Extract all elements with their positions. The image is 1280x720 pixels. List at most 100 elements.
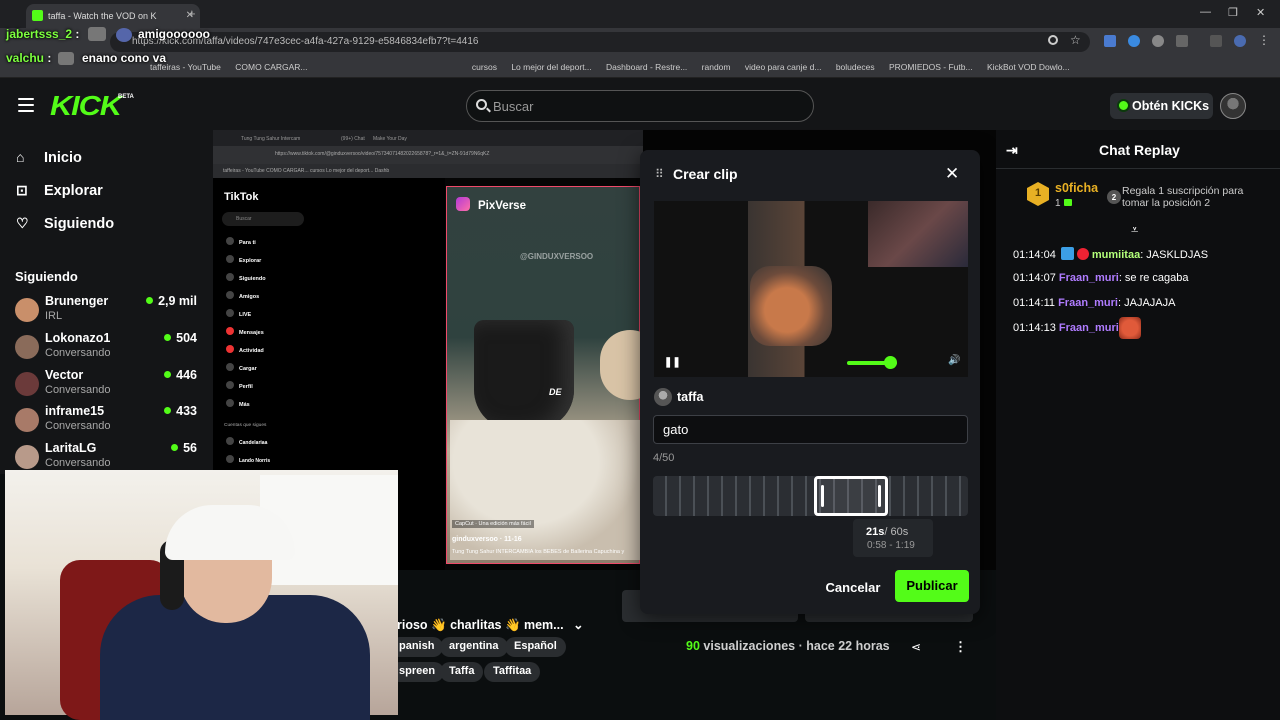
search-input[interactable]: Buscar — [466, 90, 814, 122]
extension-globe-icon[interactable] — [1152, 35, 1164, 47]
overlay-emote-icon — [58, 52, 74, 65]
bookmark-item[interactable]: COMO CARGAR... — [235, 56, 307, 72]
bookmark-item[interactable]: PROMIEDOS - Futb... — [889, 56, 973, 72]
new-tab-button[interactable]: + — [188, 6, 196, 21]
capcut-label: CapCut · Una edición más fácil — [452, 520, 534, 528]
bookmark-folder[interactable]: video para canje d... — [745, 56, 822, 72]
pixverse-label: PixVerse — [478, 200, 526, 212]
share-icon[interactable]: ⋖ — [911, 640, 921, 654]
vod-title[interactable]: rioso 👋 charlitas 👋 mem... ⌄ — [397, 617, 584, 633]
collapse-chat-icon[interactable]: ⇥ — [1006, 142, 1018, 159]
gift-position-badge: 2 — [1107, 190, 1121, 204]
more-options-icon[interactable]: ⋮ — [954, 639, 967, 655]
maximize-icon[interactable]: ❐ — [1228, 6, 1238, 19]
followed-channel[interactable]: inframe15 Conversando 433 — [15, 404, 205, 438]
gift-leader-name[interactable]: s0ficha — [1055, 181, 1098, 195]
clip-range-handle[interactable] — [814, 476, 889, 516]
expand-chat-icon[interactable]: ⩡ — [1131, 222, 1138, 238]
chat-message: 01:14:13 Fraan_muri: — [1013, 322, 1122, 334]
tiktok-nav-item: Explorar — [226, 255, 261, 264]
bookmark-folder[interactable]: random — [702, 56, 731, 72]
chevron-down-icon[interactable]: ⌄ — [573, 618, 583, 632]
tiktok-nav-item: Siguiendo — [226, 273, 266, 282]
followed-channel[interactable]: Vector Conversando 446 — [15, 368, 205, 402]
browser-menu-icon[interactable]: ⋮ — [1258, 33, 1270, 47]
cancel-button[interactable]: Cancelar — [820, 572, 886, 602]
url-bar[interactable]: https://kick.com/taffa/videos/747e3cec-a… — [110, 32, 1090, 52]
bookmark-item[interactable]: Dashboard - Restre... — [606, 56, 687, 72]
close-icon[interactable]: ✕ — [945, 164, 959, 184]
bookmark-item[interactable]: cursos — [472, 56, 497, 72]
overlay-chat-user: valchu — [6, 51, 45, 65]
pixverse-icon — [456, 197, 470, 211]
tiktok-caption: Tung Tung Sahur INTERCAMBIA los BEBES de… — [452, 549, 625, 555]
tag-chip[interactable]: Español — [505, 637, 566, 657]
hamburger-menu-icon[interactable] — [18, 98, 34, 112]
tiktok-accounts-heading: Cuentas que sigues — [224, 423, 267, 428]
channel-avatar — [15, 408, 39, 432]
tag-chip[interactable]: spreen — [390, 662, 445, 682]
tag-chip[interactable]: Taffa — [440, 662, 484, 682]
kicks-coin-icon — [1117, 99, 1130, 112]
clip-title-input[interactable] — [653, 415, 968, 444]
modal-title: Crear clip — [673, 166, 738, 182]
user-avatar[interactable] — [1220, 93, 1246, 119]
home-icon: ⌂ — [16, 149, 25, 165]
live-viewers: 433 — [164, 404, 197, 418]
extension-translate-icon[interactable] — [1104, 35, 1116, 47]
chat-divider — [996, 168, 1280, 169]
gift-count: 1 — [1055, 198, 1072, 209]
volume-knob[interactable] — [883, 356, 897, 369]
minimize-icon[interactable]: — — [1200, 6, 1211, 18]
bookmark-item[interactable]: Lo mejor del deport... — [511, 56, 591, 72]
overlay-chat-user: jabertsss_2 — [6, 27, 73, 41]
pause-icon[interactable]: ❚❚ — [664, 357, 681, 368]
gift-cta[interactable]: Regala 1 suscripción para tomar la posic… — [1122, 185, 1262, 209]
tiktok-logo: TikTok — [224, 191, 259, 203]
overlay-chat-text: enano cono va — [82, 51, 167, 65]
live-viewers: 504 — [164, 331, 197, 345]
publish-button[interactable]: Publicar — [895, 570, 969, 602]
media-control-icon[interactable] — [1210, 35, 1222, 47]
gifter-badge-icon — [1076, 248, 1089, 260]
close-window-icon[interactable]: ✕ — [1256, 6, 1265, 19]
browser-tab[interactable]: taffa - Watch the VOD on K ✕ — [26, 4, 200, 28]
nav-inicio[interactable]: ⌂ Inicio — [16, 149, 82, 166]
inner-url-bar: https://www.tiktok.com/@ginduxversoo/vid… — [213, 146, 643, 164]
tag-chip[interactable]: Taffitaa — [484, 662, 541, 682]
subscriber-badge-icon — [1060, 247, 1074, 260]
followed-channel[interactable]: Lokonazo1 Conversando 504 — [15, 331, 205, 365]
live-viewers: 56 — [171, 441, 197, 455]
nav-siguiendo[interactable]: ♡ Siguiendo — [16, 215, 114, 232]
extension-icon[interactable] — [1128, 35, 1140, 47]
bookmark-folder[interactable]: boludeces — [836, 56, 875, 72]
zoom-icon[interactable] — [1048, 35, 1058, 45]
inner-bookmarks: taffeiras - YouTube COMO CARGAR... curso… — [213, 164, 643, 178]
tag-chip[interactable]: panish — [390, 637, 444, 657]
followed-channel[interactable]: Brunenger IRL 2,9 mil — [15, 294, 205, 328]
kick-logo[interactable]: KICK — [50, 90, 122, 122]
profile-icon[interactable] — [1234, 35, 1246, 47]
extensions-puzzle-icon[interactable] — [1176, 35, 1188, 47]
nav-explorar[interactable]: ⊡ Explorar — [16, 182, 103, 199]
tiktok-username: ginduxversoo · 11-16 — [452, 536, 522, 543]
tab-title: taffa - Watch the VOD on K — [48, 11, 157, 21]
channel-avatar — [15, 372, 39, 396]
bookmark-item[interactable]: KickBot VOD Dowlo... — [987, 56, 1070, 72]
tiktok-account: Lando Norris — [226, 455, 270, 464]
speaker-icon[interactable]: 🔊 — [948, 355, 960, 366]
chat-message: 01:14:07 Fraan_muri: se re cagaba — [1013, 272, 1189, 284]
overlay-chat-text: amigoooooo — [138, 27, 210, 41]
inner-browser-tabs: Tung Tung Sahur Intercam (99+) Chat Make… — [213, 130, 643, 146]
tag-chip[interactable]: argentina — [440, 637, 508, 657]
beta-label: BETA — [118, 94, 134, 100]
channel-avatar — [15, 445, 39, 469]
preview-cat-image — [750, 266, 832, 346]
timeline-waveform — [653, 476, 968, 516]
chat-replay-panel — [996, 130, 1280, 720]
clip-duration: 21s/ 60s — [866, 526, 909, 538]
bookmark-star-icon[interactable]: ☆ — [1070, 33, 1081, 47]
following-heading: Siguiendo — [15, 269, 78, 284]
drag-handle-icon[interactable]: ⠿ — [655, 167, 664, 181]
tiktok-search: Buscar — [222, 212, 304, 226]
